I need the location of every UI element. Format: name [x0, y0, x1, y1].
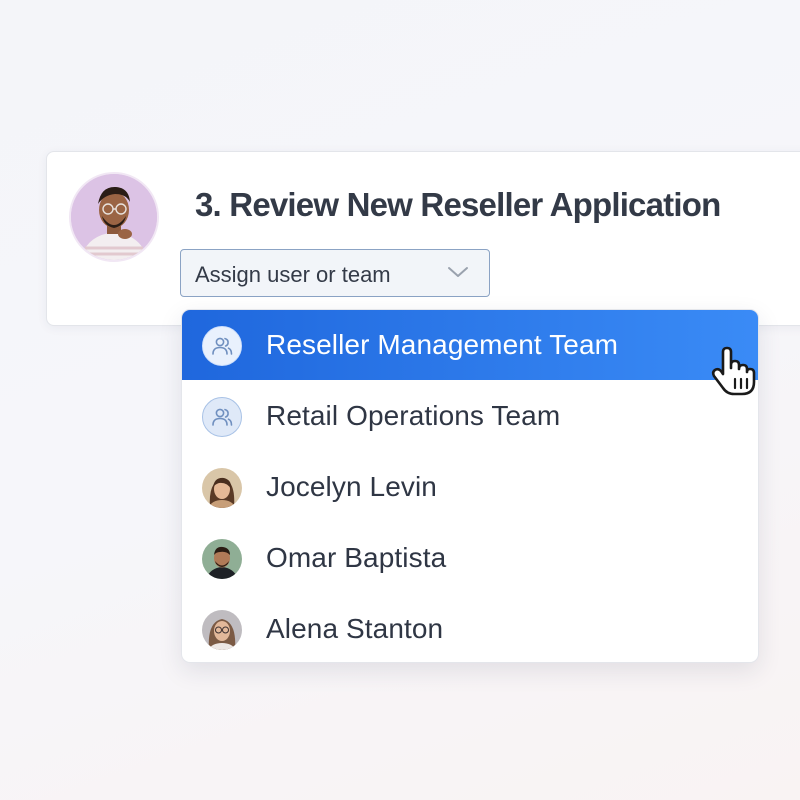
assign-user-or-team-select[interactable]: Assign user or team: [180, 249, 490, 297]
assign-select-label: Assign user or team: [195, 262, 391, 287]
task-card: 3. Review New Reseller Application Assig…: [46, 151, 800, 326]
team-icon: [202, 397, 242, 437]
task-title: 3. Review New Reseller Application: [195, 186, 721, 223]
assignee-dropdown-menu: Reseller Management Team Retail Operatio…: [181, 309, 759, 663]
assignee-avatar: [69, 172, 159, 262]
avatar: [202, 539, 242, 579]
option-label: Omar Baptista: [266, 542, 447, 573]
option-reseller-management-team[interactable]: Reseller Management Team: [182, 310, 758, 380]
chevron-down-icon: [448, 267, 468, 277]
hand-pointer-cursor-icon: [711, 346, 756, 396]
team-icon: [202, 326, 242, 366]
option-label: Retail Operations Team: [266, 400, 561, 431]
avatar: [202, 610, 242, 650]
option-retail-operations-team[interactable]: Retail Operations Team: [182, 381, 758, 451]
option-label: Jocelyn Levin: [266, 471, 437, 502]
option-label: Alena Stanton: [266, 613, 444, 644]
option-jocelyn-levin[interactable]: Jocelyn Levin: [182, 452, 758, 522]
option-label: Reseller Management Team: [266, 329, 619, 360]
avatar: [202, 468, 242, 508]
option-omar-baptista[interactable]: Omar Baptista: [182, 523, 758, 593]
option-alena-stanton[interactable]: Alena Stanton: [182, 594, 758, 662]
